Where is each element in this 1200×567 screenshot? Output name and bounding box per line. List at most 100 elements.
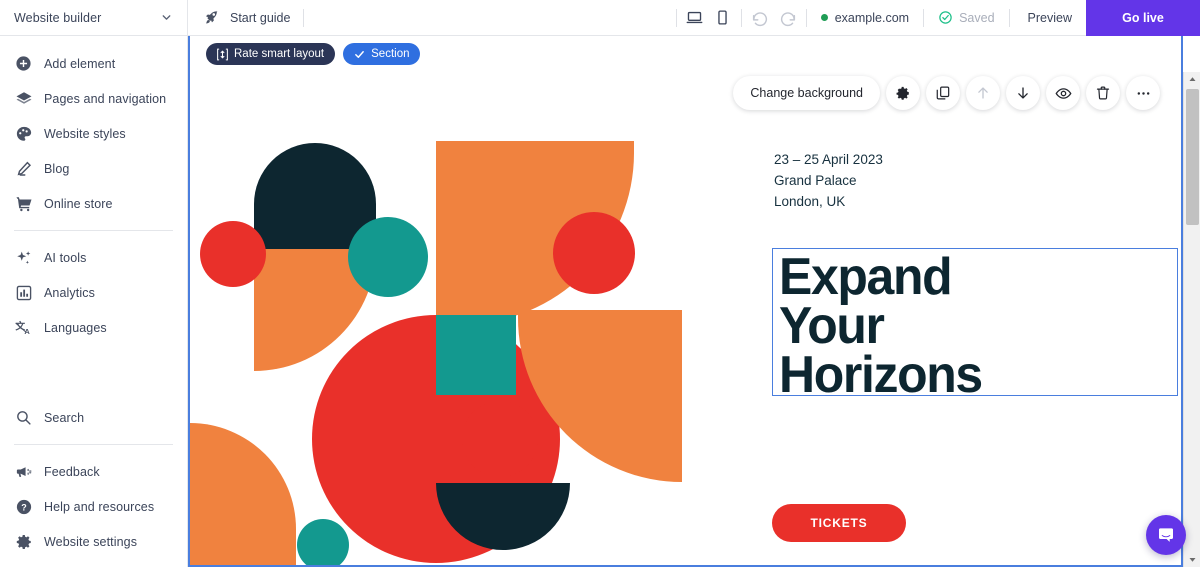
canvas-section-selected[interactable]: 23 – 25 April 2023 Grand Palace London, … — [188, 36, 1183, 567]
rate-smart-layout-label: Rate smart layout — [234, 48, 325, 60]
sidebar-item-label: Online store — [44, 196, 113, 211]
hero-content: 23 – 25 April 2023 Grand Palace London, … — [682, 36, 1181, 565]
preview-button[interactable]: Preview — [1014, 11, 1086, 25]
hero-section: 23 – 25 April 2023 Grand Palace London, … — [190, 36, 1181, 565]
sidebar-item-languages[interactable]: 文A Languages — [0, 310, 187, 345]
canvas-chips: Rate smart layout Section — [206, 43, 421, 65]
ellipsis-icon[interactable] — [1126, 76, 1160, 110]
sidebar-item-label: Analytics — [44, 285, 95, 300]
bar-chart-icon — [14, 283, 33, 302]
sidebar-item-label: Pages and navigation — [44, 91, 167, 106]
sidebar-item-label: Languages — [44, 320, 107, 335]
headline-line: Your — [779, 297, 885, 355]
question-circle-icon: ? — [14, 497, 33, 516]
top-toolbar: Start guide example.com Saved Preview Go… — [188, 0, 1200, 36]
shopping-cart-icon — [14, 194, 33, 213]
megaphone-icon — [14, 462, 33, 481]
hero-artwork[interactable] — [190, 36, 682, 565]
arrow-down-icon[interactable] — [1006, 76, 1040, 110]
section-label: Section — [371, 48, 410, 60]
desktop-icon[interactable] — [681, 4, 709, 32]
sidebar-divider — [14, 230, 173, 231]
domain-indicator[interactable]: example.com — [811, 11, 919, 25]
toolbar-divider — [740, 8, 742, 27]
sidebar: Website builder Add element Pages and na… — [0, 0, 188, 567]
sidebar-item-label: Website styles — [44, 126, 126, 141]
chat-widget-button[interactable] — [1146, 515, 1186, 555]
event-venue: Grand Palace — [774, 173, 857, 188]
sidebar-item-add-element[interactable]: Add element — [0, 46, 187, 81]
sidebar-item-blog[interactable]: Blog — [0, 151, 187, 186]
rocket-icon — [202, 8, 221, 27]
layers-icon — [14, 89, 33, 108]
redo-icon[interactable] — [774, 4, 802, 32]
duplicate-icon[interactable] — [926, 76, 960, 110]
headline-text-block-selected[interactable]: Expand Your Horizons — [772, 248, 1178, 401]
sidebar-title: Website builder — [14, 10, 102, 25]
sparkles-icon — [14, 248, 33, 267]
sidebar-item-website-settings[interactable]: Website settings — [0, 524, 187, 559]
sidebar-item-feedback[interactable]: Feedback — [0, 454, 187, 489]
tickets-button[interactable]: TICKETS — [772, 504, 906, 542]
sidebar-flex-spacer — [0, 345, 187, 400]
search-icon — [14, 408, 33, 427]
gear-icon — [14, 532, 33, 551]
arrow-up-icon[interactable] — [966, 76, 1000, 110]
main-area: Start guide example.com Saved Preview Go… — [188, 0, 1200, 567]
sidebar-item-ai-tools[interactable]: AI tools — [0, 240, 187, 275]
sidebar-item-pages-and-navigation[interactable]: Pages and navigation — [0, 81, 187, 116]
sidebar-item-label: Feedback — [44, 464, 100, 479]
sidebar-nav: Add element Pages and navigation Website… — [0, 36, 187, 345]
trash-icon[interactable] — [1086, 76, 1120, 110]
pencil-icon — [14, 159, 33, 178]
sidebar-item-online-store[interactable]: Online store — [0, 186, 187, 221]
toolbar-divider — [923, 8, 925, 27]
toolbar-divider — [805, 8, 807, 27]
sidebar-divider — [14, 444, 173, 445]
toolbar-divider — [675, 8, 677, 27]
domain-label: example.com — [834, 10, 910, 25]
saved-label: Saved — [959, 10, 995, 25]
sidebar-item-analytics[interactable]: Analytics — [0, 275, 187, 310]
section-chip[interactable]: Section — [343, 43, 421, 65]
sidebar-header[interactable]: Website builder — [0, 0, 187, 36]
canvas-scrollbar[interactable] — [1183, 72, 1200, 567]
chat-bubble-icon — [1156, 525, 1176, 545]
section-floating-toolbar: Change background — [733, 76, 1160, 110]
translate-icon: 文A — [14, 318, 33, 337]
top-toolbar-right: example.com Saved Preview Go live — [672, 0, 1200, 36]
check-circle-icon — [938, 10, 953, 25]
top-toolbar-left: Start guide — [188, 8, 308, 27]
go-live-button[interactable]: Go live — [1086, 0, 1200, 36]
event-location: London, UK — [774, 194, 846, 209]
mobile-icon[interactable] — [709, 4, 737, 32]
start-guide-button[interactable]: Start guide — [202, 8, 290, 27]
sidebar-item-label: Add element — [44, 56, 116, 71]
gear-icon[interactable] — [886, 76, 920, 110]
svg-text:?: ? — [21, 502, 27, 512]
caret-up-icon[interactable] — [1184, 72, 1200, 87]
status-dot — [820, 14, 828, 21]
height-resize-icon — [217, 48, 228, 61]
start-guide-label: Start guide — [230, 10, 291, 25]
sidebar-item-search[interactable]: Search — [0, 400, 187, 435]
chevron-down-icon — [160, 11, 173, 24]
app-root: Website builder Add element Pages and na… — [0, 0, 1200, 567]
sidebar-item-label: Blog — [44, 161, 70, 176]
sidebar-item-label: Website settings — [44, 534, 138, 549]
headline-line: Horizons — [779, 346, 983, 404]
rate-smart-layout-chip[interactable]: Rate smart layout — [206, 43, 336, 65]
saved-status: Saved — [928, 10, 1004, 25]
caret-down-icon[interactable] — [1184, 552, 1200, 567]
headline-line: Expand — [779, 248, 953, 306]
sidebar-item-label: Search — [44, 410, 85, 425]
change-background-button[interactable]: Change background — [733, 76, 880, 110]
palette-icon — [14, 124, 33, 143]
event-meta: 23 – 25 April 2023 Grand Palace London, … — [774, 149, 883, 212]
scrollbar-thumb[interactable] — [1186, 89, 1199, 225]
toolbar-divider — [1008, 8, 1010, 27]
sidebar-item-help-and-resources[interactable]: ? Help and resources — [0, 489, 187, 524]
eye-icon[interactable] — [1046, 76, 1080, 110]
sidebar-item-website-styles[interactable]: Website styles — [0, 116, 187, 151]
undo-icon[interactable] — [746, 4, 774, 32]
